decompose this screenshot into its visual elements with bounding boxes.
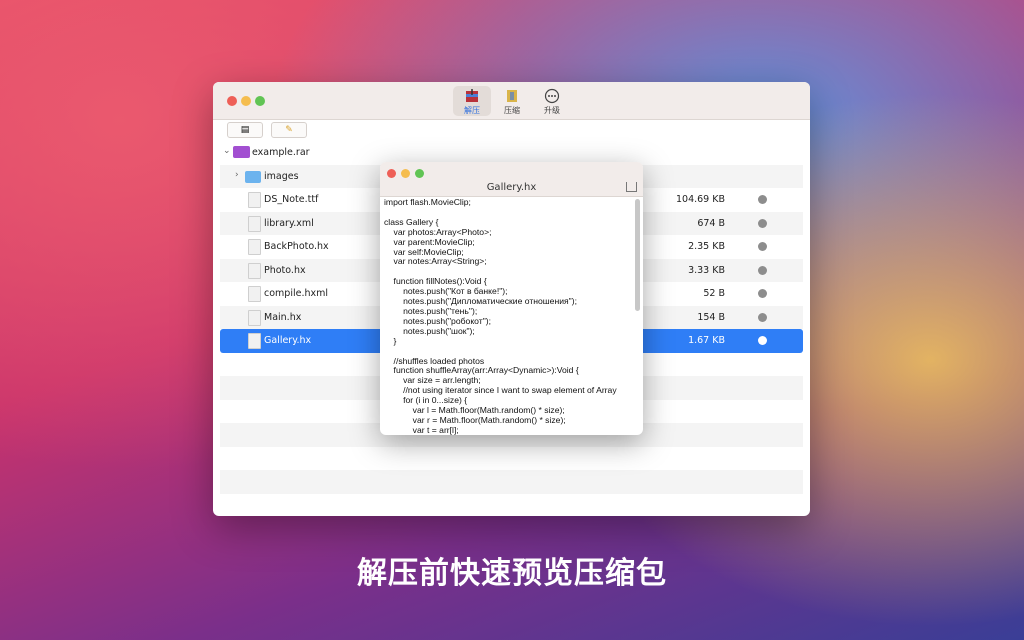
title-bar: 解压 压缩 升级	[213, 82, 810, 120]
tab-compress-label: 压缩	[504, 106, 520, 115]
toolbar-tabs: 解压 压缩 升级	[453, 86, 571, 116]
secondary-toolbar: ▤ ✎	[213, 120, 810, 140]
quick-look-window: Gallery.hx import flash.MovieClip; class…	[380, 162, 643, 435]
clean-button[interactable]: ✎	[271, 122, 307, 138]
quick-look-icon[interactable]	[758, 289, 767, 298]
extract-icon	[453, 88, 491, 105]
file-size: 52 B	[703, 288, 725, 299]
file-size: 1.67 KB	[688, 335, 725, 346]
quick-look-icon[interactable]	[758, 195, 767, 204]
tab-upgrade-label: 升级	[544, 106, 560, 115]
xml-file-icon	[248, 215, 261, 232]
broom-icon: ✎	[285, 125, 293, 135]
file-size: 3.33 KB	[688, 264, 725, 276]
preview-zoom-button[interactable]	[415, 169, 424, 178]
vertical-scrollbar[interactable]	[635, 199, 640, 311]
zoom-button[interactable]	[255, 96, 265, 106]
folder-icon	[245, 170, 261, 183]
tab-extract-label: 解压	[464, 106, 480, 115]
file-size: 104.69 KB	[675, 194, 725, 205]
empty-row	[220, 494, 803, 517]
file-name: Main.hx	[264, 311, 302, 323]
file-name: Gallery.hx	[264, 335, 312, 346]
code-preview: import flash.MovieClip; class Gallery { …	[384, 198, 617, 435]
file-name: images	[264, 170, 299, 182]
preview-close-button[interactable]	[387, 169, 396, 178]
quick-look-icon[interactable]	[758, 242, 767, 251]
close-button[interactable]	[227, 96, 237, 106]
minimize-button[interactable]	[241, 96, 251, 106]
chevron-right-icon[interactable]: ›	[235, 170, 239, 180]
archive-name: example.rar	[252, 147, 310, 158]
rar-archive-icon	[233, 146, 250, 158]
quick-look-icon[interactable]	[758, 312, 767, 322]
extract-to-button[interactable]: ▤	[227, 122, 263, 138]
archive-root-row[interactable]: ⌄ example.rar	[220, 141, 803, 165]
file-name: DS_Note.ttf	[264, 194, 319, 205]
quick-look-icon[interactable]	[758, 265, 767, 275]
tab-upgrade[interactable]: 升级	[533, 86, 571, 116]
preview-title: Gallery.hx	[486, 182, 537, 193]
quick-look-icon[interactable]	[758, 336, 767, 345]
quick-look-icon[interactable]	[758, 218, 767, 228]
tab-compress[interactable]: 压缩	[493, 86, 531, 116]
empty-row	[220, 470, 803, 494]
file-size: 2.35 KB	[688, 241, 725, 252]
file-size: 674 B	[697, 217, 725, 229]
file-size: 154 B	[697, 311, 725, 323]
document-icon	[248, 239, 261, 255]
document-icon	[248, 262, 261, 279]
promo-caption: 解压前快速预览压缩包	[357, 556, 667, 591]
tab-extract[interactable]: 解压	[453, 86, 491, 116]
share-icon[interactable]	[626, 182, 637, 192]
document-icon	[248, 309, 261, 326]
file-name: library.xml	[264, 217, 314, 229]
preview-title-bar: Gallery.hx	[380, 162, 643, 197]
preview-minimize-button[interactable]	[401, 169, 410, 178]
chevron-down-icon[interactable]: ⌄	[223, 146, 231, 156]
document-icon	[248, 333, 261, 349]
file-name: Photo.hx	[264, 264, 306, 276]
document-icon	[248, 286, 261, 302]
file-name: compile.hxml	[264, 288, 328, 299]
more-icon	[533, 88, 571, 105]
font-file-icon	[248, 192, 261, 208]
compress-icon	[493, 88, 531, 105]
archive-icon: ▤	[240, 125, 250, 135]
empty-row	[220, 447, 803, 471]
file-name: BackPhoto.hx	[264, 241, 329, 252]
